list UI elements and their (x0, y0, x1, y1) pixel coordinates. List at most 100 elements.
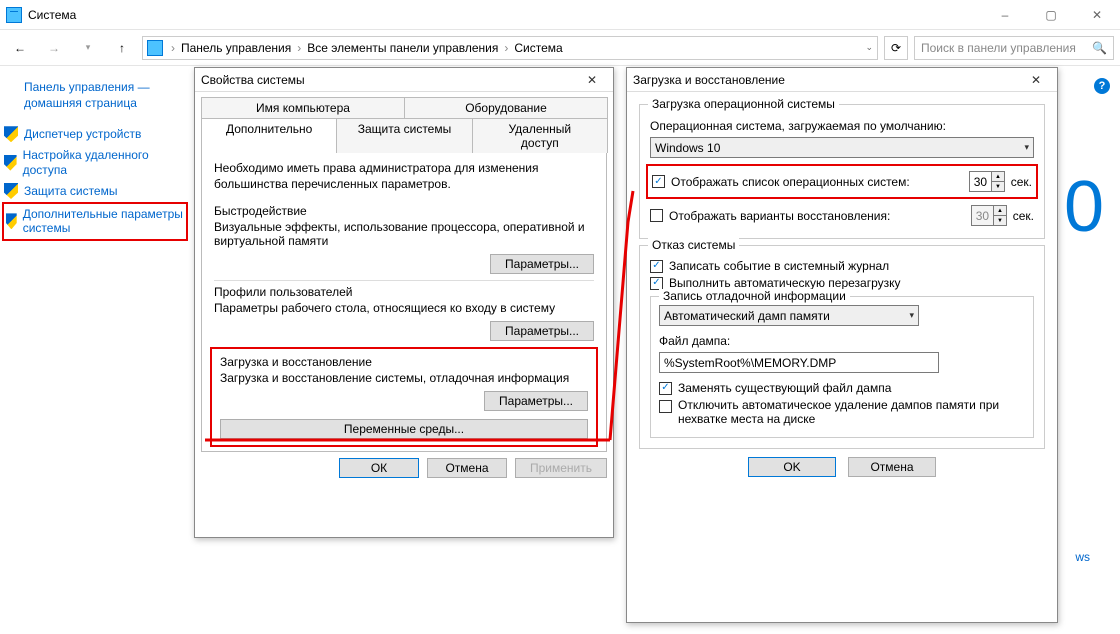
checkbox-label: Отображать список операционных систем: (671, 175, 910, 189)
search-input[interactable]: Поиск в панели управления 🔍 (914, 36, 1114, 60)
startup-settings-button[interactable]: Параметры... (484, 391, 588, 411)
sidebar-item-device-manager[interactable]: Диспетчер устройств (4, 123, 185, 145)
chevron-right-icon[interactable]: › (169, 41, 177, 55)
nav-recent-button[interactable]: ▾ (74, 34, 102, 62)
sidebar-item-protection[interactable]: Защита системы (4, 180, 185, 202)
system-properties-dialog: Свойства системы ✕ Имя компьютера Оборуд… (194, 67, 614, 538)
write-log-checkbox[interactable]: ✓ Записать событие в системный журнал (650, 259, 1034, 273)
checkbox-icon: ✓ (652, 175, 665, 188)
dialog-titlebar: Свойства системы ✕ (195, 68, 613, 92)
location-icon (147, 40, 163, 56)
close-icon[interactable]: ✕ (1021, 70, 1051, 90)
tab-computer-name[interactable]: Имя компьютера (201, 97, 405, 118)
cancel-button[interactable]: Отмена (427, 458, 507, 478)
group-title: Запись отладочной информации (659, 289, 850, 303)
sidebar-item-label: Защита системы (24, 184, 117, 198)
admin-note: Необходимо иметь права администратора дл… (202, 154, 606, 202)
cancel-button[interactable]: Отмена (848, 457, 936, 477)
refresh-button[interactable]: ⟳ (884, 36, 908, 60)
sidebar-item-label: Диспетчер устройств (24, 127, 141, 141)
checkbox-icon: ✓ (650, 260, 663, 273)
overwrite-checkbox[interactable]: ✓ Заменять существующий файл дампа (659, 381, 1025, 395)
performance-section: Быстродействие Визуальные эффекты, испол… (214, 204, 594, 274)
minimize-button[interactable]: – (982, 0, 1028, 30)
breadcrumb-item[interactable]: Система (514, 41, 562, 55)
show-os-list-checkbox[interactable]: ✓ Отображать список операционных систем: (652, 175, 910, 189)
show-recovery-checkbox[interactable]: Отображать варианты восстановления: (650, 209, 890, 223)
os-list-seconds-spinner[interactable]: 30 ▲▼ (969, 171, 1005, 192)
checkbox-label: Отключить автоматическое удаление дампов… (678, 398, 1018, 426)
sidebar: Панель управления — домашняя страница Ди… (0, 66, 185, 634)
tab-hardware[interactable]: Оборудование (404, 97, 608, 118)
search-placeholder: Поиск в панели управления (921, 41, 1086, 55)
profiles-settings-button[interactable]: Параметры... (490, 321, 594, 341)
control-panel-home-link[interactable]: Панель управления — домашняя страница (4, 76, 185, 123)
select-value: Автоматический дамп памяти (664, 309, 830, 323)
nav-up-button[interactable]: ↑ (108, 34, 136, 62)
shield-icon (4, 183, 18, 199)
apply-button[interactable]: Применить (515, 458, 607, 478)
toolbar: ← → ▾ ↑ › Панель управления › Все элемен… (0, 30, 1120, 66)
boot-group: Загрузка операционной системы Операционн… (639, 104, 1045, 239)
no-auto-delete-checkbox[interactable]: Отключить автоматическое удаление дампов… (659, 398, 1025, 426)
breadcrumb[interactable]: › Панель управления › Все элементы панел… (142, 36, 878, 60)
tab-protection[interactable]: Защита системы (336, 118, 472, 153)
group-title: Загрузка операционной системы (648, 97, 839, 111)
spinner-value: 30 (970, 172, 991, 191)
debug-subgroup: Запись отладочной информации Автоматичес… (650, 296, 1034, 438)
shield-icon (6, 213, 17, 229)
input-value: %SystemRoot%\MEMORY.DMP (664, 356, 836, 370)
help-icon[interactable]: ? (1094, 78, 1110, 94)
section-title: Быстродействие (214, 204, 594, 218)
default-os-label: Операционная система, загружаемая по умо… (650, 119, 1034, 133)
select-value: Windows 10 (655, 141, 720, 155)
dump-type-select[interactable]: Автоматический дамп памяти ▾ (659, 305, 919, 326)
dialog-titlebar: Загрузка и восстановление ✕ (627, 68, 1057, 92)
section-desc: Визуальные эффекты, использование процес… (214, 220, 594, 248)
dialog-title: Свойства системы (201, 73, 305, 87)
auto-restart-checkbox[interactable]: ✓ Выполнить автоматическую перезагрузку (650, 276, 1034, 290)
checkbox-icon (659, 400, 672, 413)
sidebar-item-advanced[interactable]: Дополнительные параметры системы (2, 202, 188, 241)
checkbox-icon: ✓ (650, 277, 663, 290)
default-os-select[interactable]: Windows 10 ▾ (650, 137, 1034, 158)
tab-remote[interactable]: Удаленный доступ (472, 118, 608, 153)
performance-settings-button[interactable]: Параметры... (490, 254, 594, 274)
sidebar-item-remote[interactable]: Настройка удаленного доступа (4, 145, 185, 180)
search-icon: 🔍 (1092, 41, 1107, 55)
checkbox-label: Выполнить автоматическую перезагрузку (669, 276, 901, 290)
section-title: Загрузка и восстановление (220, 355, 588, 369)
close-icon[interactable]: ✕ (577, 70, 607, 90)
checkbox-label: Заменять существующий файл дампа (678, 381, 891, 395)
chevron-right-icon[interactable]: › (502, 41, 510, 55)
breadcrumb-item[interactable]: Панель управления (181, 41, 291, 55)
window-title: Система (28, 8, 76, 22)
breadcrumb-item[interactable]: Все элементы панели управления (307, 41, 498, 55)
recovery-seconds-spinner[interactable]: 30 ▲▼ (971, 205, 1007, 226)
failure-group: Отказ системы ✓ Записать событие в систе… (639, 245, 1045, 449)
dump-file-label: Файл дампа: (659, 334, 1025, 348)
section-title: Профили пользователей (214, 285, 594, 299)
checkbox-icon (650, 209, 663, 222)
nav-back-button[interactable]: ← (6, 34, 34, 62)
shield-icon (4, 155, 17, 171)
dropdown-icon[interactable]: ⌄ (865, 42, 873, 53)
chevron-right-icon[interactable]: › (295, 41, 303, 55)
chevron-down-icon: ▾ (1024, 142, 1029, 153)
dump-file-input[interactable]: %SystemRoot%\MEMORY.DMP (659, 352, 939, 373)
window-titlebar: Система – ▢ ✕ (0, 0, 1120, 30)
ok-button[interactable]: OK (748, 457, 836, 477)
sidebar-item-label: Настройка удаленного доступа (23, 148, 179, 177)
nav-forward-button[interactable]: → (40, 34, 68, 62)
ok-button[interactable]: ОК (339, 458, 419, 478)
spinner-value: 30 (972, 206, 993, 225)
checkbox-label: Записать событие в системный журнал (669, 259, 889, 273)
checkbox-icon: ✓ (659, 382, 672, 395)
partial-link[interactable]: ws (1075, 550, 1090, 564)
seconds-label: сек. (1011, 175, 1032, 189)
close-button[interactable]: ✕ (1074, 0, 1120, 30)
tab-advanced[interactable]: Дополнительно (201, 118, 337, 153)
sidebar-item-label: Дополнительные параметры системы (23, 207, 184, 236)
maximize-button[interactable]: ▢ (1028, 0, 1074, 30)
env-vars-button[interactable]: Переменные среды... (220, 419, 588, 439)
